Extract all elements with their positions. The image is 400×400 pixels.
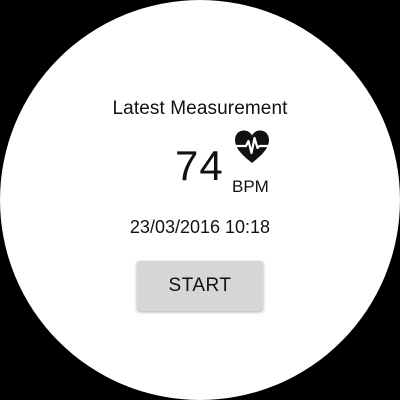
watch-face: Latest Measurement 74 BPM 23/03/2016 10:… xyxy=(0,0,400,400)
heart-rate-value: 74 xyxy=(175,142,224,189)
start-button[interactable]: START xyxy=(137,261,263,311)
screen-title: Latest Measurement xyxy=(112,98,288,119)
heart-pulse-icon xyxy=(234,130,270,163)
measurement-timestamp: 23/03/2016 10:18 xyxy=(129,217,271,237)
heart-rate-unit: BPM xyxy=(232,177,269,196)
